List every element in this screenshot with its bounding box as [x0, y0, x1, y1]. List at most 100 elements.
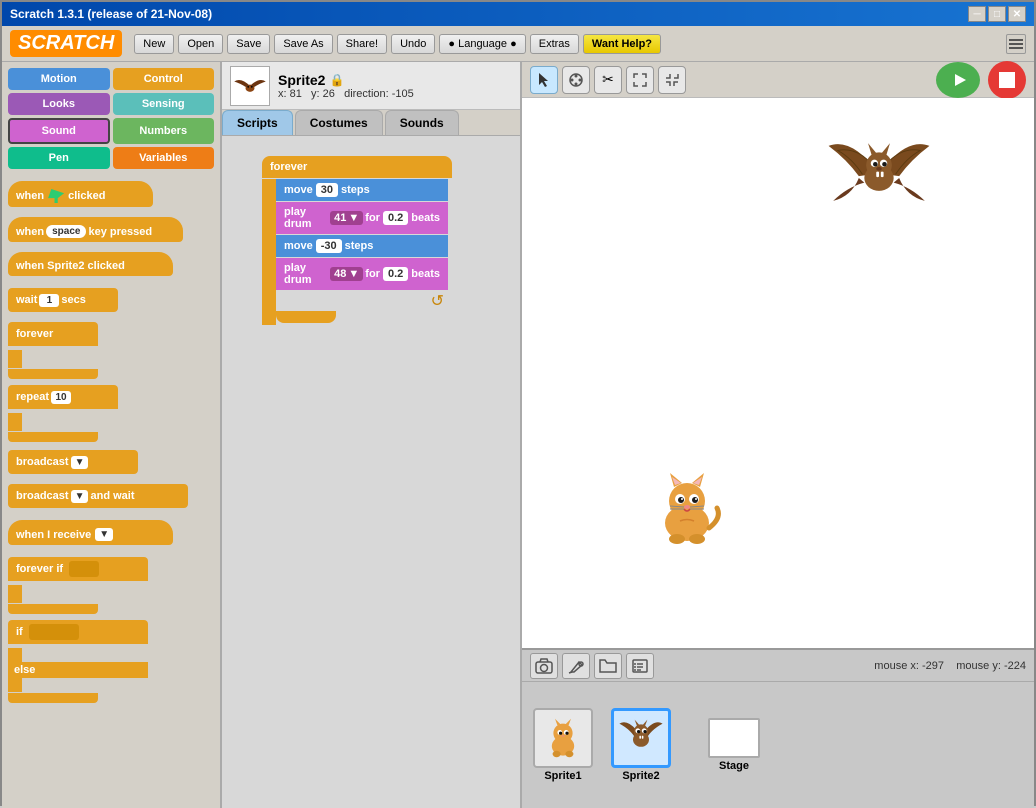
move-neg30-val[interactable]: -30 [316, 239, 342, 253]
drum-1-beats-val[interactable]: 0.2 [383, 211, 408, 225]
cat-sound[interactable]: Sound [8, 118, 110, 144]
stage-thumb[interactable]: Stage [704, 718, 764, 772]
cat-sensing[interactable]: Sensing [113, 93, 215, 115]
bottom-panel: mouse x: -297 mouse y: -224 [522, 648, 1034, 808]
extras-icon[interactable] [1006, 34, 1026, 54]
paint-tool[interactable] [562, 653, 590, 679]
import-tool[interactable] [626, 653, 654, 679]
block-if[interactable]: if [8, 620, 148, 644]
go-button[interactable] [936, 62, 980, 98]
cat-variables[interactable]: Variables [113, 147, 215, 169]
when-key-label: when [16, 226, 44, 238]
mouse-y-val: -224 [1004, 660, 1026, 672]
sprite-1-label: Sprite1 [544, 770, 581, 782]
block-broadcast-wait[interactable]: broadcast ▼ and wait [8, 484, 188, 508]
move-neg30-label: move [284, 240, 313, 252]
scissors-tool[interactable]: ✂ [594, 66, 622, 94]
camera-tool[interactable] [530, 653, 558, 679]
block-if-wrapper: if else [8, 620, 214, 703]
sa-move-neg30[interactable]: move -30 steps [276, 235, 448, 257]
script-area[interactable]: forever move 30 steps [222, 136, 520, 808]
move-30-label: move [284, 184, 313, 196]
block-when-sprite[interactable]: when Sprite2 clicked [8, 252, 173, 276]
right-panel: ✂ [522, 62, 1034, 808]
stage-cat[interactable] [642, 463, 732, 568]
minimize-button[interactable]: ─ [968, 6, 986, 22]
sprite-2-thumbnail [611, 708, 671, 768]
blocks-scroll[interactable]: when clicked when space key pressed [2, 175, 220, 808]
cat-control[interactable]: Control [113, 68, 215, 90]
scripts-panel: Sprite2 🔒 x: 81 y: 26 direction: -105 Sc… [222, 62, 522, 808]
share-button[interactable]: Share! [337, 34, 387, 54]
extras-button[interactable]: Extras [530, 34, 579, 54]
save-button[interactable]: Save [227, 34, 270, 54]
move-30-val[interactable]: 30 [316, 183, 338, 197]
titlebar-controls: ─ □ ✕ [968, 6, 1026, 22]
block-forever-wrapper: forever [8, 322, 214, 379]
maximize-button[interactable]: □ [988, 6, 1006, 22]
block-when-key-wrapper: when space key pressed [8, 217, 214, 246]
block-forever-if-wrapper: forever if [8, 557, 214, 614]
language-button[interactable]: ● Language ● [439, 34, 525, 54]
mouse-x-label: mouse x: [874, 660, 919, 672]
open-button[interactable]: Open [178, 34, 223, 54]
tab-scripts[interactable]: Scripts [222, 110, 293, 135]
wait-input[interactable]: 1 [39, 294, 59, 307]
save-as-button[interactable]: Save As [274, 34, 332, 54]
sa-move-30[interactable]: move 30 steps [276, 179, 448, 201]
block-broadcast-wrapper: broadcast ▼ [8, 450, 214, 478]
block-wait[interactable]: wait 1 secs [8, 288, 118, 312]
close-button[interactable]: ✕ [1008, 6, 1026, 22]
forever-footer [262, 311, 452, 325]
sprite-thumb-2[interactable]: Sprite2 [606, 708, 676, 782]
block-forever-if[interactable]: forever if [8, 557, 148, 581]
stage-bat[interactable] [824, 128, 934, 247]
new-button[interactable]: New [134, 34, 174, 54]
drum-2-dropdown[interactable]: 48▼ [330, 267, 363, 281]
sprite-thumb-1[interactable]: Sprite1 [528, 708, 598, 782]
expand-tool[interactable] [626, 66, 654, 94]
stage-thumb-label: Stage [719, 760, 749, 772]
broadcast-dropdown[interactable]: ▼ [71, 456, 89, 469]
sprites-area: Sprite1 [522, 682, 1034, 808]
cat-looks[interactable]: Looks [8, 93, 110, 115]
move-neg30-suffix: steps [345, 240, 374, 252]
drum-2-beats-val[interactable]: 0.2 [383, 267, 408, 281]
help-button[interactable]: Want Help? [583, 34, 661, 54]
cat-numbers[interactable]: Numbers [113, 118, 215, 144]
broadcast-wait-dropdown[interactable]: ▼ [71, 490, 89, 503]
cat-motion[interactable]: Motion [8, 68, 110, 90]
block-broadcast[interactable]: broadcast ▼ [8, 450, 138, 474]
lock-icon: 🔒 [329, 73, 344, 87]
cat-pen[interactable]: Pen [8, 147, 110, 169]
block-clicked-label: clicked [68, 190, 105, 202]
block-when-key[interactable]: when space key pressed [8, 217, 183, 242]
block-forever[interactable]: forever [8, 322, 98, 346]
forever-inner: move 30 steps play drum 41▼ for [262, 179, 452, 311]
rubber-band-tool[interactable] [562, 66, 590, 94]
blocks-panel: Motion Control Looks Sensing Sound Numbe… [2, 62, 222, 808]
category-grid: Motion Control Looks Sensing Sound Numbe… [2, 62, 220, 175]
repeat-input[interactable]: 10 [51, 391, 71, 404]
key-input[interactable]: space [46, 225, 86, 238]
tab-costumes[interactable]: Costumes [295, 110, 383, 135]
cursor-tool[interactable] [530, 66, 558, 94]
block-when-receive[interactable]: when I receive ▼ [8, 520, 173, 545]
sa-play-drum-2[interactable]: play drum 48▼ for 0.2 beats [276, 258, 448, 290]
folder-tool[interactable] [594, 653, 622, 679]
receive-dropdown[interactable]: ▼ [95, 528, 113, 541]
when-sprite-label: when Sprite2 clicked [16, 260, 125, 272]
sa-forever-block[interactable]: forever [262, 156, 452, 178]
tab-sounds[interactable]: Sounds [385, 110, 459, 135]
drum-1-dropdown[interactable]: 41▼ [330, 211, 363, 225]
block-when-label: when [16, 190, 44, 202]
block-when-clicked[interactable]: when clicked [8, 181, 153, 207]
broadcast-label: broadcast [16, 456, 69, 468]
undo-button[interactable]: Undo [391, 34, 435, 54]
sa-play-drum-1[interactable]: play drum 41▼ for 0.2 beats [276, 202, 448, 234]
move-30-suffix: steps [341, 184, 370, 196]
app-title: Scratch 1.3.1 (release of 21-Nov-08) [10, 7, 212, 21]
stop-button[interactable] [988, 61, 1026, 99]
block-repeat[interactable]: repeat 10 [8, 385, 118, 409]
compress-tool[interactable] [658, 66, 686, 94]
